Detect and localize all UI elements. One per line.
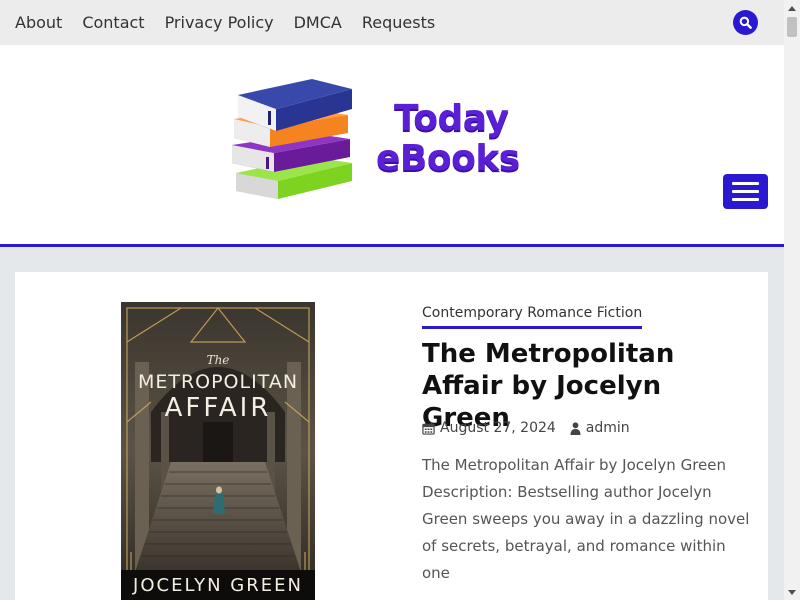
book-cover-image[interactable]: The METROPOLITAN AFFAIR JOCELYN GREEN — [121, 302, 315, 600]
post-date[interactable]: August 27, 2024 — [422, 420, 556, 436]
cover-author: JOCELYN GREEN — [132, 575, 303, 596]
scrollbar-thumb[interactable] — [787, 17, 797, 37]
post-meta: August 27, 2024 admin — [422, 420, 644, 436]
hamburger-line — [732, 190, 759, 193]
cover-title-line-2: AFFAIR — [165, 393, 272, 423]
scroll-down-arrow-icon[interactable] — [784, 584, 800, 600]
scroll-up-arrow-icon[interactable] — [784, 0, 800, 16]
books-stack-logo[interactable] — [228, 75, 358, 215]
user-icon — [570, 421, 581, 435]
logo-line-1: Today — [394, 98, 509, 139]
nav-link-privacy-policy[interactable]: Privacy Policy — [165, 12, 274, 34]
post-excerpt: The Metropolitan Affair by Jocelyn Green… — [422, 456, 750, 582]
calendar-icon — [422, 422, 435, 435]
logo-line-2: eBooks — [376, 138, 520, 179]
post-author[interactable]: admin — [570, 420, 630, 436]
post-author-text: admin — [585, 420, 630, 436]
cover-title-line-1: METROPOLITAN — [138, 371, 298, 393]
nav-link-requests[interactable]: Requests — [362, 12, 435, 34]
top-bar: About Contact Privacy Policy DMCA Reques… — [0, 0, 784, 45]
hamburger-line — [732, 198, 759, 201]
search-button[interactable] — [733, 10, 758, 35]
nav-link-contact[interactable]: Contact — [82, 12, 144, 34]
top-navigation: About Contact Privacy Policy DMCA Reques… — [15, 12, 435, 34]
cover-title-small: The — [207, 353, 230, 367]
page-scrollbar[interactable] — [784, 0, 800, 600]
nav-link-about[interactable]: About — [15, 12, 62, 34]
book-cover-art: The METROPOLITAN AFFAIR JOCELYN GREEN — [121, 302, 315, 600]
post-category-link[interactable]: Contemporary Romance Fiction — [422, 305, 643, 329]
post-date-text: August 27, 2024 — [440, 420, 556, 436]
search-icon — [739, 16, 752, 29]
nav-link-dmca[interactable]: DMCA — [294, 12, 342, 34]
hamburger-menu-icon — [732, 182, 759, 185]
hamburger-menu-button[interactable] — [723, 174, 768, 209]
